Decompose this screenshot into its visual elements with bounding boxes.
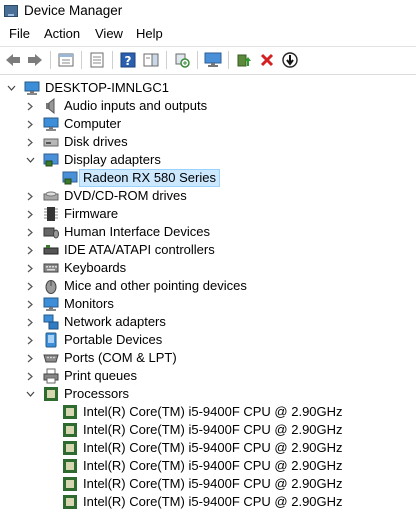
disk-drive-icon bbox=[43, 134, 59, 150]
expand-chevron-icon[interactable] bbox=[25, 259, 35, 277]
network-icon bbox=[43, 314, 59, 330]
keyboard-icon bbox=[43, 260, 59, 276]
hid-icon bbox=[43, 224, 59, 240]
device-manager-icon bbox=[4, 5, 18, 17]
category-label: Audio inputs and outputs bbox=[64, 98, 208, 113]
category-label: Print queues bbox=[64, 368, 137, 383]
expand-chevron-icon[interactable] bbox=[25, 313, 35, 331]
portable-device-icon bbox=[43, 332, 59, 348]
expand-chevron-icon[interactable] bbox=[25, 133, 35, 151]
device-label: Intel(R) Core(TM) i5-9400F CPU @ 2.90GHz bbox=[83, 422, 343, 437]
processor-icon bbox=[62, 458, 78, 474]
dvd-icon bbox=[43, 188, 59, 204]
expand-chevron-icon[interactable] bbox=[25, 241, 35, 259]
show-hidden-icon[interactable] bbox=[87, 50, 107, 70]
action-pane-icon[interactable] bbox=[141, 50, 161, 70]
expand-chevron-icon[interactable] bbox=[25, 187, 35, 205]
category-label: Portable Devices bbox=[64, 332, 163, 347]
processor-icon bbox=[43, 386, 59, 402]
printer-icon bbox=[43, 368, 59, 384]
category-label: Ports (COM & LPT) bbox=[64, 350, 177, 365]
ide-controller-icon bbox=[43, 242, 59, 258]
category-label: IDE ATA/ATAPI controllers bbox=[64, 242, 215, 257]
computer-icon bbox=[43, 116, 59, 132]
mouse-icon bbox=[43, 278, 59, 294]
device-tree: DESKTOP-IMNLGC1 Audio inputs and outputs… bbox=[0, 74, 416, 512]
help-icon[interactable]: ? bbox=[118, 50, 138, 70]
display-adapter-icon bbox=[62, 170, 78, 186]
menu-view[interactable]: View bbox=[95, 26, 123, 41]
port-icon bbox=[43, 350, 59, 366]
computer-name: DESKTOP-IMNLGC1 bbox=[45, 80, 170, 95]
monitor-icon bbox=[43, 296, 59, 312]
monitor-icon[interactable] bbox=[203, 50, 223, 70]
computer-icon bbox=[24, 80, 40, 96]
collapse-chevron-icon[interactable] bbox=[25, 385, 35, 403]
processor-icon bbox=[62, 422, 78, 438]
toolbar: ? bbox=[0, 46, 416, 73]
back-arrow-icon[interactable] bbox=[3, 50, 23, 70]
processor-icon bbox=[62, 404, 78, 420]
category-label: Network adapters bbox=[64, 314, 166, 329]
device-label: Intel(R) Core(TM) i5-9400F CPU @ 2.90GHz bbox=[83, 494, 343, 509]
device-label: Intel(R) Core(TM) i5-9400F CPU @ 2.90GHz bbox=[83, 458, 343, 473]
category-label: Display adapters bbox=[64, 152, 161, 167]
category-label: Processors bbox=[64, 386, 130, 401]
category-label: Firmware bbox=[64, 206, 119, 221]
expand-chevron-icon[interactable] bbox=[25, 349, 35, 367]
menu-bar: File Action View Help bbox=[0, 24, 416, 44]
category-label: Monitors bbox=[64, 296, 114, 311]
expand-chevron-icon[interactable] bbox=[25, 115, 35, 133]
expand-chevron-icon[interactable] bbox=[25, 367, 35, 385]
expand-chevron-icon[interactable] bbox=[25, 97, 35, 115]
category-label: Human Interface Devices bbox=[64, 224, 210, 239]
expand-chevron-icon[interactable] bbox=[25, 277, 35, 295]
menu-action[interactable]: Action bbox=[44, 26, 80, 41]
expand-chevron-icon[interactable] bbox=[25, 331, 35, 349]
forward-arrow-icon[interactable] bbox=[25, 50, 45, 70]
collapse-chevron-icon[interactable] bbox=[25, 151, 35, 169]
category-label: Keyboards bbox=[64, 260, 127, 275]
expand-chevron-icon[interactable] bbox=[25, 205, 35, 223]
device-label: Intel(R) Core(TM) i5-9400F CPU @ 2.90GHz bbox=[83, 476, 343, 491]
scan-hardware-icon[interactable] bbox=[172, 50, 192, 70]
expand-chevron-icon[interactable] bbox=[25, 295, 35, 313]
title-bar: Device Manager bbox=[0, 0, 416, 24]
category-label: Computer bbox=[64, 116, 122, 131]
category-label: Disk drives bbox=[64, 134, 128, 149]
collapse-chevron-icon[interactable] bbox=[6, 79, 16, 97]
processor-icon bbox=[62, 494, 78, 510]
firmware-icon bbox=[43, 206, 59, 222]
device-label: Intel(R) Core(TM) i5-9400F CPU @ 2.90GHz bbox=[83, 440, 343, 455]
svg-text:?: ? bbox=[125, 54, 132, 68]
menu-help[interactable]: Help bbox=[136, 26, 163, 41]
speaker-icon bbox=[43, 97, 59, 115]
device-label: Intel(R) Core(TM) i5-9400F CPU @ 2.90GHz bbox=[83, 404, 343, 419]
display-adapter-icon bbox=[43, 152, 59, 168]
uninstall-icon[interactable] bbox=[257, 50, 277, 70]
expand-chevron-icon[interactable] bbox=[25, 223, 35, 241]
properties-sheet-icon[interactable] bbox=[56, 50, 76, 70]
processor-icon bbox=[62, 440, 78, 456]
update-driver-icon[interactable] bbox=[234, 50, 254, 70]
processor-icon bbox=[62, 476, 78, 492]
category-label: Mice and other pointing devices bbox=[64, 278, 247, 293]
menu-file[interactable]: File bbox=[9, 26, 30, 41]
disable-device-icon[interactable] bbox=[280, 50, 300, 70]
window-title: Device Manager bbox=[24, 3, 123, 18]
device-label-selected: Radeon RX 580 Series bbox=[79, 169, 220, 187]
category-label: DVD/CD-ROM drives bbox=[64, 188, 187, 203]
